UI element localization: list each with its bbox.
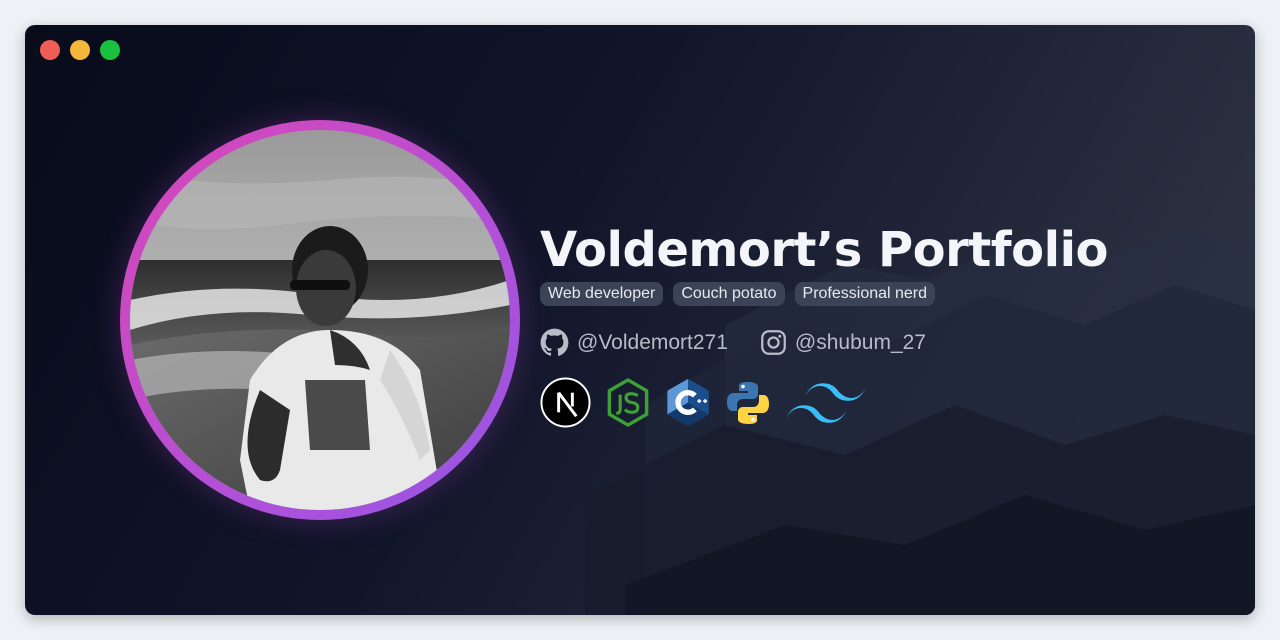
tailwind-icon <box>785 378 867 428</box>
social-links: @Voldemort271 @shubum_27 <box>540 328 1220 357</box>
maximize-button[interactable] <box>100 40 120 60</box>
profile-photo <box>130 130 510 510</box>
github-handle: @Voldemort271 <box>577 330 728 354</box>
github-icon <box>540 328 569 356</box>
tag-web-developer: Web developer <box>540 282 664 306</box>
nodejs-icon <box>605 377 651 428</box>
python-icon <box>725 380 771 426</box>
avatar <box>120 120 520 520</box>
github-link[interactable]: @Voldemort271 <box>540 328 728 357</box>
tech-stack <box>540 377 1220 428</box>
window-controls <box>40 40 120 60</box>
instagram-icon <box>761 330 786 355</box>
cplusplus-icon <box>665 377 711 428</box>
profile-info: Voldemort’s Portfolio Web developer Couc… <box>540 220 1220 428</box>
nextjs-icon <box>540 377 591 428</box>
page-title: Voldemort’s Portfolio <box>540 222 1109 278</box>
tag-couch-potato: Couch potato <box>673 282 785 306</box>
minimize-button[interactable] <box>70 40 90 60</box>
tag-professional-nerd: Professional nerd <box>794 282 936 306</box>
instagram-link[interactable]: @shubum_27 <box>760 329 926 356</box>
tag-list: Web developer Couch potato Professional … <box>540 282 1220 306</box>
portfolio-window: Voldemort’s Portfolio Web developer Couc… <box>25 25 1255 615</box>
close-button[interactable] <box>40 40 60 60</box>
instagram-handle: @shubum_27 <box>794 330 926 354</box>
